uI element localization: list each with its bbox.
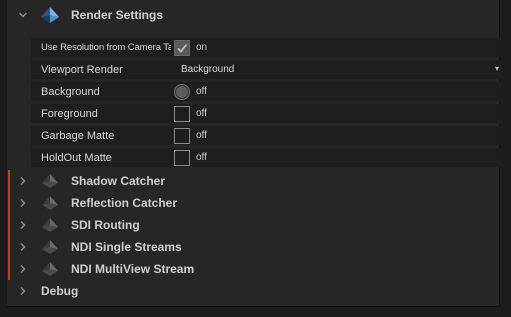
section-shadow-catcher[interactable]: Shadow Catcher xyxy=(7,170,500,192)
section-ndi-single-streams[interactable]: NDI Single Streams xyxy=(7,236,500,258)
render-logo-icon xyxy=(41,7,59,23)
row-background: Background off xyxy=(31,82,502,101)
row-label: Viewport Render xyxy=(41,63,123,76)
chevron-right-icon[interactable] xyxy=(15,220,31,230)
row-use-resolution: Use Resolution from Camera Ta... on xyxy=(31,38,502,57)
section-title: Shadow Catcher xyxy=(71,174,166,188)
chevron-right-icon[interactable] xyxy=(15,242,31,252)
row-holdout-matte: HoldOut Matte off xyxy=(31,148,502,167)
section-title: NDI Single Streams xyxy=(71,240,182,254)
chevron-right-icon[interactable] xyxy=(15,176,31,186)
row-label: HoldOut Matte xyxy=(41,151,112,164)
use-resolution-checkbox[interactable] xyxy=(174,39,190,56)
properties-panel: Render Settings Use Resolution from Came… xyxy=(6,0,502,307)
section-sdi-routing[interactable]: SDI Routing xyxy=(7,214,500,236)
module-logo-icon xyxy=(42,174,58,188)
section-debug[interactable]: Debug xyxy=(7,280,500,302)
state-text: off xyxy=(196,86,207,97)
dropdown-arrow-icon[interactable]: ▾ xyxy=(495,64,499,73)
row-label: Use Resolution from Camera Ta... xyxy=(41,42,171,53)
row-label: Foreground xyxy=(41,107,98,120)
row-foreground: Foreground off xyxy=(31,104,502,123)
section-title: Debug xyxy=(41,284,79,298)
section-title: NDI MultiView Stream xyxy=(71,262,195,276)
section-title: SDI Routing xyxy=(71,218,140,232)
section-ndi-multiview-stream[interactable]: NDI MultiView Stream xyxy=(7,258,500,280)
row-garbage-matte: Garbage Matte off xyxy=(31,126,502,145)
module-logo-icon xyxy=(42,196,58,210)
chevron-right-icon[interactable] xyxy=(15,198,31,208)
row-label: Background xyxy=(41,85,100,98)
row-label: Garbage Matte xyxy=(41,129,115,142)
module-logo-icon xyxy=(42,240,58,254)
toggle-dot-icon xyxy=(176,85,188,98)
viewport-render-dropdown[interactable]: Background ▾ xyxy=(171,60,502,79)
section-title: Reflection Catcher xyxy=(71,196,178,210)
module-logo-icon xyxy=(42,218,58,232)
row-viewport-render: Viewport Render Background ▾ xyxy=(31,60,502,79)
state-text: on xyxy=(196,42,208,53)
garbage-matte-checkbox[interactable] xyxy=(174,127,190,144)
chevron-right-icon[interactable] xyxy=(15,286,31,296)
section-title: Render Settings xyxy=(71,8,164,22)
background-toggle[interactable] xyxy=(174,83,190,100)
state-text: off xyxy=(196,130,207,141)
section-reflection-catcher[interactable]: Reflection Catcher xyxy=(7,192,500,214)
state-text: off xyxy=(196,108,207,119)
chevron-right-icon[interactable] xyxy=(15,264,31,274)
section-render-settings[interactable]: Render Settings xyxy=(7,4,500,26)
holdout-matte-checkbox[interactable] xyxy=(174,149,190,166)
state-text: off xyxy=(196,152,207,163)
chevron-down-icon[interactable] xyxy=(15,10,31,20)
dropdown-value: Background xyxy=(181,64,235,75)
module-logo-icon xyxy=(42,262,58,276)
foreground-checkbox[interactable] xyxy=(174,105,190,122)
